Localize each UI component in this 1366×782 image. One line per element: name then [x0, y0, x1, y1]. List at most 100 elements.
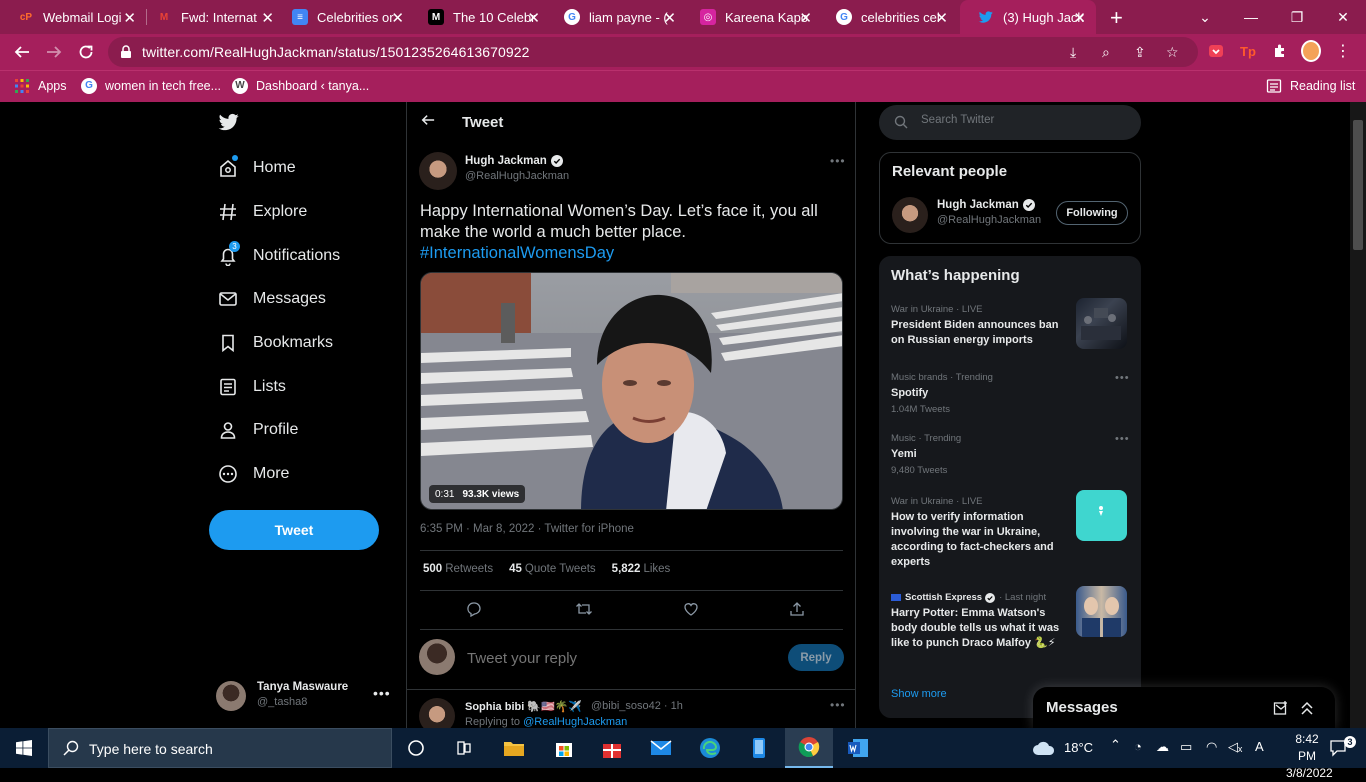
chrome-icon[interactable]: [785, 728, 833, 768]
tab-google-liam[interactable]: G liam payne - ( ✕: [546, 0, 686, 34]
likes-stat[interactable]: 5,822 Likes: [612, 563, 671, 575]
microsoft-store-icon[interactable]: [540, 728, 588, 768]
nav-lists[interactable]: Lists: [218, 367, 286, 407]
cortana-icon[interactable]: [392, 728, 440, 768]
bookmark-apps[interactable]: Apps: [14, 78, 67, 94]
replying-to-link[interactable]: @RealHughJackman: [523, 716, 627, 728]
more-dots-icon[interactable]: •••: [1115, 372, 1130, 384]
tab-search-icon[interactable]: ⌄: [1182, 0, 1228, 34]
close-icon[interactable]: ✕: [261, 9, 274, 27]
person-name-row[interactable]: Hugh Jackman: [937, 199, 1035, 211]
edge-icon[interactable]: [686, 728, 734, 768]
retweet-icon[interactable]: [574, 599, 594, 619]
close-icon[interactable]: ✕: [391, 9, 404, 27]
taskbar-search[interactable]: Type here to search: [48, 728, 392, 768]
reload-button[interactable]: [75, 41, 97, 63]
close-icon[interactable]: ✕: [1073, 9, 1086, 27]
tab-gmail[interactable]: M Fwd: Internat ✕: [138, 0, 284, 34]
nav-home[interactable]: Home: [218, 148, 296, 188]
zoom-icon[interactable]: ⌕: [1102, 44, 1110, 61]
tab-medium[interactable]: M The 10 Celebr ✕: [410, 0, 550, 34]
menu-kebab-icon[interactable]: ⋮: [1333, 41, 1353, 61]
more-dots-icon[interactable]: •••: [1115, 433, 1130, 445]
bookmark-women-in-tech[interactable]: G women in tech free...: [81, 78, 221, 94]
network-drive-icon[interactable]: ☁: [1156, 739, 1169, 755]
nav-notifications[interactable]: 3 Notifications: [218, 236, 340, 276]
word-icon[interactable]: [834, 728, 882, 768]
trend-item[interactable]: War in Ukraine · LIVE President Biden an…: [891, 298, 1131, 349]
following-button[interactable]: Following: [1056, 201, 1128, 225]
tab-google-celebrities[interactable]: G celebrities cel ✕: [818, 0, 958, 34]
close-icon[interactable]: ✕: [935, 9, 948, 27]
wifi-icon[interactable]: ◠: [1206, 739, 1217, 755]
tweet-timestamp[interactable]: 6:35 PM · Mar 8, 2022 · Twitter for iPho…: [420, 523, 634, 535]
more-dots-icon[interactable]: •••: [830, 698, 846, 712]
trend-item[interactable]: Music brands · Trending Spotify 1.04M Tw…: [891, 372, 1131, 415]
meet-now-icon[interactable]: ◔: [1134, 739, 1142, 754]
reply-icon[interactable]: [464, 599, 484, 619]
ime-icon[interactable]: A: [1255, 739, 1264, 754]
nav-explore[interactable]: Explore: [218, 192, 307, 232]
restore-button[interactable]: ❐: [1274, 0, 1320, 34]
trend-item[interactable]: Music · Trending Yemi 9,480 Tweets •••: [891, 433, 1131, 476]
retweets-stat[interactable]: 500 Retweets: [423, 563, 493, 575]
trend-item[interactable]: War in Ukraine · LIVE How to verify info…: [891, 490, 1131, 570]
phone-app-icon[interactable]: [735, 728, 783, 768]
bookmark-dashboard[interactable]: W Dashboard ‹ tanya...: [232, 78, 369, 94]
nav-profile[interactable]: Profile: [218, 410, 298, 450]
back-arrow-icon[interactable]: [421, 113, 435, 127]
more-dots-icon[interactable]: •••: [830, 154, 846, 168]
file-explorer-icon[interactable]: [490, 728, 538, 768]
chevron-double-up-icon[interactable]: [1299, 700, 1315, 716]
chevron-up-icon[interactable]: ⌃: [1110, 737, 1121, 753]
reply-input[interactable]: [467, 650, 767, 667]
notification-center-icon[interactable]: 3: [1318, 728, 1358, 768]
speaker-mute-icon[interactable]: ◁ₓ: [1228, 739, 1242, 755]
nav-more[interactable]: More: [218, 454, 289, 494]
tweet-video[interactable]: 0:31 93.3K views: [420, 272, 843, 510]
back-button[interactable]: [11, 41, 33, 63]
more-dots-icon[interactable]: •••: [373, 685, 391, 701]
task-view-icon[interactable]: [440, 728, 488, 768]
person-handle[interactable]: @RealHughJackman: [937, 214, 1041, 226]
close-icon[interactable]: ✕: [799, 9, 812, 27]
avatar[interactable]: [419, 152, 457, 190]
messages-drawer[interactable]: Messages: [1033, 687, 1335, 728]
gift-app-icon[interactable]: [588, 728, 636, 768]
close-window-button[interactable]: ✕: [1320, 0, 1366, 34]
nav-messages[interactable]: Messages: [218, 279, 326, 319]
close-icon[interactable]: ✕: [123, 9, 136, 27]
bookmark-star-icon[interactable]: ☆: [1166, 44, 1179, 61]
twitter-logo-icon[interactable]: [218, 112, 240, 132]
share-icon[interactable]: [787, 599, 807, 619]
show-more-link[interactable]: Show more: [891, 688, 947, 700]
profile-avatar-icon[interactable]: [1301, 40, 1321, 62]
search-box[interactable]: [879, 105, 1141, 140]
reading-list[interactable]: Reading list: [1266, 78, 1355, 94]
page-scrollbar[interactable]: [1350, 102, 1366, 728]
tab-twitter[interactable]: (3) Hugh Jack ✕: [960, 0, 1096, 34]
avatar[interactable]: [419, 698, 455, 728]
minimize-button[interactable]: —: [1228, 0, 1274, 34]
install-app-icon[interactable]: ⤓: [1070, 44, 1076, 61]
author-name-row[interactable]: Hugh Jackman: [465, 155, 563, 167]
hashtag-link[interactable]: #InternationalWomensDay: [420, 244, 614, 262]
heart-icon[interactable]: [681, 599, 701, 619]
new-message-icon[interactable]: [1273, 700, 1289, 716]
battery-icon[interactable]: ▭: [1180, 739, 1192, 755]
author-handle[interactable]: @RealHughJackman: [465, 170, 569, 182]
windows-start-button[interactable]: [0, 728, 48, 768]
reply-author-name[interactable]: Sophia bibi 🐘🇺🇸🌴✈️: [465, 700, 582, 713]
share-icon[interactable]: ⇪: [1134, 44, 1146, 61]
new-tab-button[interactable]: +: [1110, 5, 1123, 31]
avatar[interactable]: [892, 197, 928, 233]
tp-extension-icon[interactable]: Tp: [1238, 41, 1258, 61]
nav-bookmarks[interactable]: Bookmarks: [218, 323, 333, 363]
quotes-stat[interactable]: 45 Quote Tweets: [509, 563, 596, 575]
omnibox[interactable]: twitter.com/RealHughJackman/status/15012…: [108, 37, 1198, 67]
forward-button[interactable]: [43, 41, 65, 63]
search-input[interactable]: [921, 114, 1121, 126]
extensions-puzzle-icon[interactable]: [1270, 41, 1290, 61]
trend-item[interactable]: Scottish Express · Last night Harry Pott…: [891, 586, 1131, 651]
mail-icon[interactable]: [637, 728, 685, 768]
